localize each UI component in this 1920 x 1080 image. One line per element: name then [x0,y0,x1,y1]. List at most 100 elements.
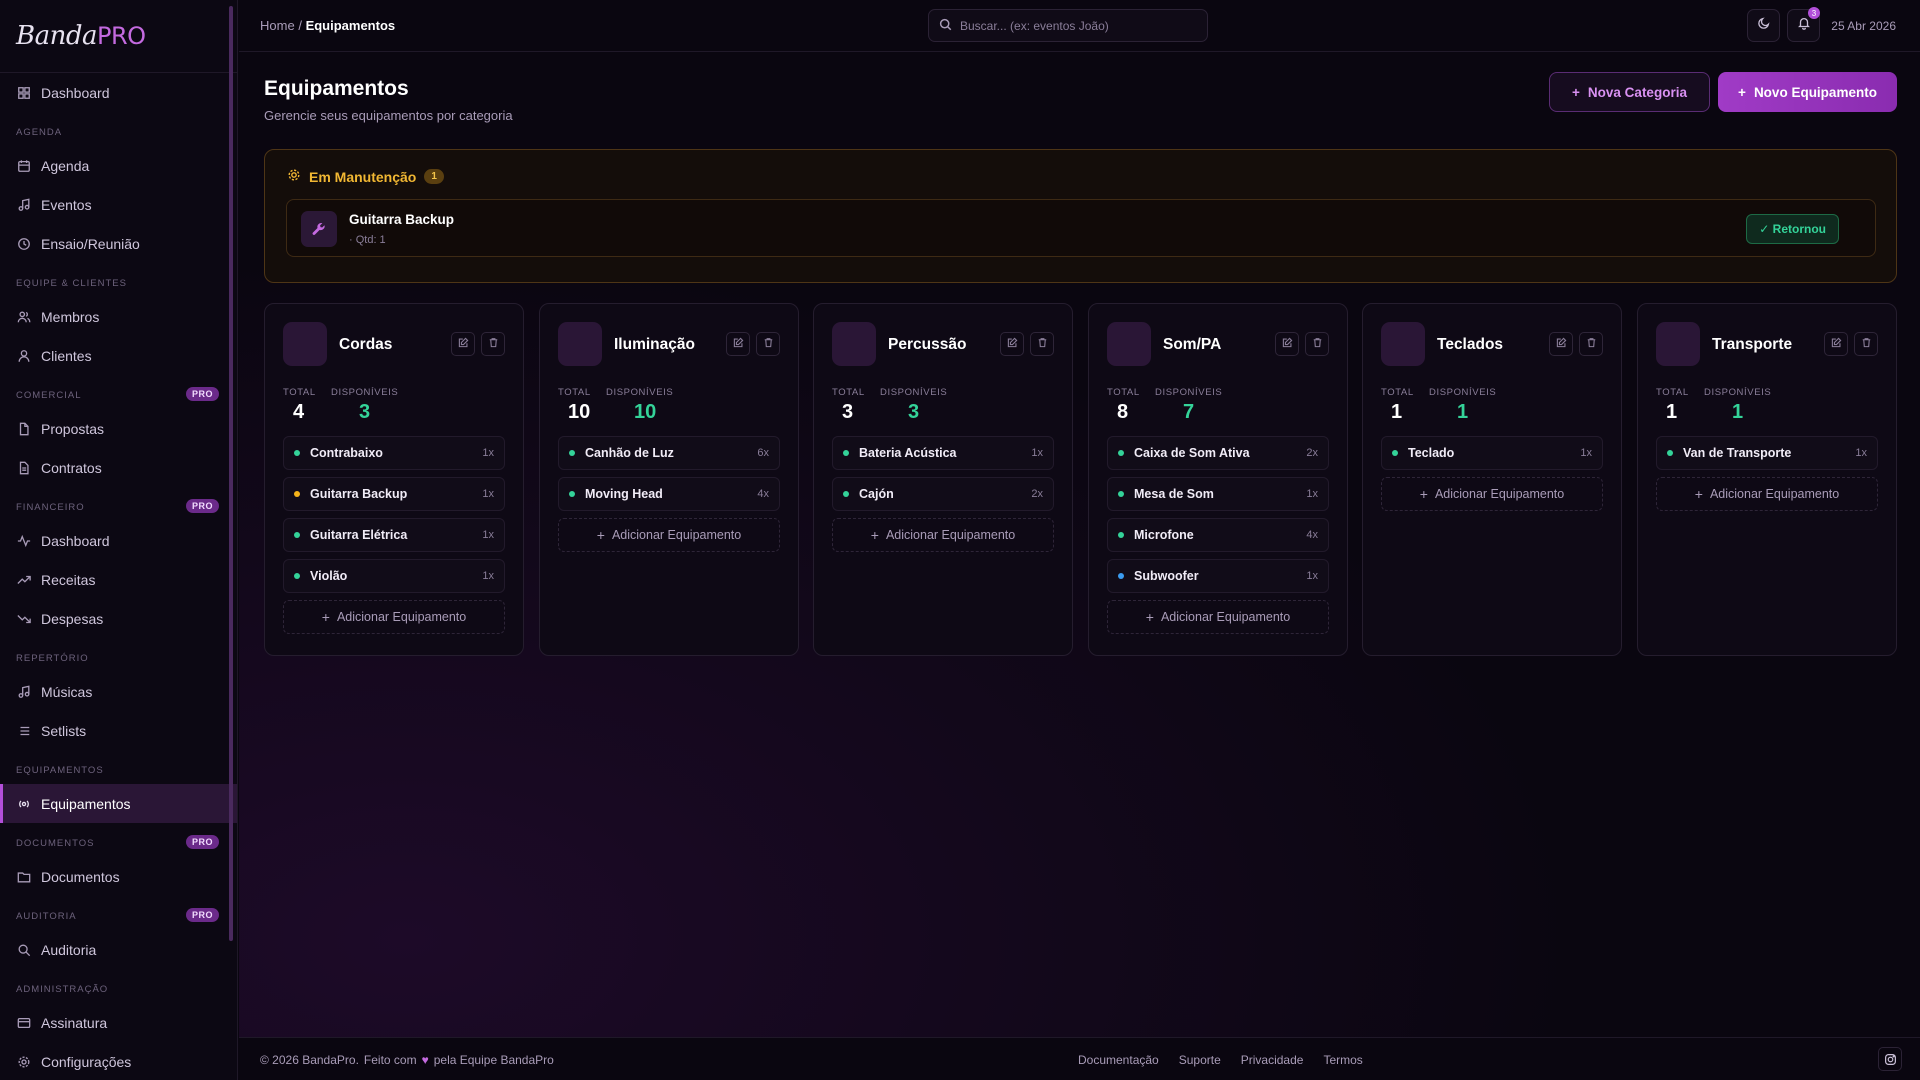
delete-category-button[interactable] [1305,332,1329,356]
edit-category-button[interactable] [1549,332,1573,356]
category-icon [1107,322,1151,366]
equipment-item[interactable]: Subwoofer 1x [1107,559,1329,593]
total-value: 3 [842,401,854,423]
edit-category-button[interactable] [1275,332,1299,356]
equipment-item[interactable]: Violão 1x [283,559,505,593]
footer-link-support[interactable]: Suporte [1179,1053,1221,1067]
status-dot [843,450,849,456]
trash-icon [1312,335,1323,353]
sidebar-item-despesas[interactable]: Despesas [0,599,237,638]
current-date: 25 Abr 2026 [1831,19,1896,33]
delete-category-button[interactable] [1030,332,1054,356]
add-equipment-button[interactable]: + Adicionar Equipamento [1656,477,1878,511]
delete-category-button[interactable] [481,332,505,356]
edit-category-button[interactable] [726,332,750,356]
user-icon [16,348,31,363]
equipment-list: Bateria Acústica 1x Cajón 2x + Adicionar Equi… [832,436,1054,552]
trash-icon [1861,335,1872,353]
sidebar-scrollbar[interactable] [229,6,233,941]
equipment-item[interactable]: Teclado 1x [1381,436,1603,470]
add-equipment-button[interactable]: + Adicionar Equipamento [1107,600,1329,634]
new-equipment-button[interactable]: + Novo Equipamento [1718,72,1897,112]
add-equipment-label: Adicionar Equipamento [1434,487,1565,501]
sidebar-item-assinatura[interactable]: Assinatura [0,1003,237,1042]
trend-down-icon [16,611,31,626]
sidebar-item-receitas[interactable]: Receitas [0,560,237,599]
footer-link-privacy[interactable]: Privacidade [1241,1053,1304,1067]
new-category-button[interactable]: + Nova Categoria [1549,72,1710,112]
sidebar-item-clientes[interactable]: Clientes [0,336,237,375]
footer-link-docs[interactable]: Documentação [1078,1053,1159,1067]
sidebar-item-membros[interactable]: Membros [0,297,237,336]
music-note-icon [16,197,31,212]
sidebar-item-documentos[interactable]: Documentos [0,857,237,896]
available-label: DISPONÍVEIS [1429,387,1497,398]
equipment-item[interactable]: Contrabaixo 1x [283,436,505,470]
sidebar-item-ensaio-reuniao[interactable]: Ensaio/Reunião [0,224,237,263]
status-dot [1118,532,1124,538]
edit-category-button[interactable] [1824,332,1848,356]
add-equipment-button[interactable]: + Adicionar Equipamento [283,600,505,634]
category-card: Cordas TOTAL DISPONÍVEIS 4 3 Contrabaixo 1x Gui… [264,303,524,656]
footer-link-terms[interactable]: Termos [1323,1053,1362,1067]
team-text: pela Equipe BandaPro [433,1053,554,1067]
sidebar-item-contratos[interactable]: Contratos [0,448,237,487]
sidebar-item-label: Receitas [41,571,96,588]
available-value: 3 [908,401,920,423]
equipment-item[interactable]: Canhão de Luz 6x [558,436,780,470]
equipment-qty: 6x [757,447,769,459]
add-equipment-button[interactable]: + Adicionar Equipamento [558,518,780,552]
new-equipment-label: Novo Equipamento [1753,84,1877,100]
sidebar-item-eventos[interactable]: Eventos [0,185,237,224]
sidebar-item-label: Músicas [41,683,93,700]
sidebar-item-propostas[interactable]: Propostas [0,409,237,448]
equipment-item[interactable]: Bateria Acústica 1x [832,436,1054,470]
returned-button[interactable]: ✓ Retornou [1746,214,1839,244]
delete-category-button[interactable] [1579,332,1603,356]
delete-category-button[interactable] [1854,332,1878,356]
equipment-name: Moving Head [585,487,663,501]
maintenance-panel: Em Manutenção 1 Guitarra Backup · Qtd: 1… [264,149,1897,283]
sidebar-item-configuracoes[interactable]: Configurações [0,1042,237,1080]
equipment-qty: 2x [1306,447,1318,459]
sidebar-item-agenda[interactable]: Agenda [0,146,237,185]
delete-category-button[interactable] [756,332,780,356]
theme-toggle-button[interactable] [1747,9,1780,42]
sidebar-section-header: EQUIPE & CLIENTES [0,263,237,297]
breadcrumb-separator: / [298,18,302,33]
notifications-button[interactable]: 3 [1787,7,1820,42]
equipment-item[interactable]: Moving Head 4x [558,477,780,511]
edit-category-button[interactable] [451,332,475,356]
equipment-item[interactable]: Guitarra Backup 1x [283,477,505,511]
equipment-item[interactable]: Caixa de Som Ativa 2x [1107,436,1329,470]
edit-category-button[interactable] [1000,332,1024,356]
logo[interactable]: BandaPRO [0,0,237,73]
sidebar-item-dashboard[interactable]: Dashboard [0,73,237,112]
sidebar-item-setlists[interactable]: Setlists [0,711,237,750]
equipment-qty: 1x [482,570,494,582]
equipment-item[interactable]: Guitarra Elétrica 1x [283,518,505,552]
add-equipment-button[interactable]: + Adicionar Equipamento [832,518,1054,552]
equipment-qty: 1x [482,488,494,500]
instagram-icon[interactable] [1878,1047,1902,1071]
wrench-icon [301,211,337,247]
pro-badge: PRO [185,387,219,401]
sidebar-item-musicas[interactable]: Músicas [0,672,237,711]
equipment-item[interactable]: Van de Transporte 1x [1656,436,1878,470]
search-input[interactable]: Buscar... (ex: eventos João) [928,9,1208,42]
sidebar-item-label: Documentos [41,868,120,885]
available-value: 1 [1732,401,1744,423]
equipment-qty: 1x [482,529,494,541]
equipment-item[interactable]: Cajón 2x [832,477,1054,511]
logo-text: Banda [16,21,98,51]
breadcrumb-home[interactable]: Home [260,18,295,33]
clock-icon [16,236,31,251]
sidebar-item-dashboard-financeiro[interactable]: Dashboard [0,521,237,560]
sidebar-item-equipamentos[interactable]: Equipamentos [0,784,237,823]
sidebar-item-label: Ensaio/Reunião [41,235,140,252]
equipment-item[interactable]: Mesa de Som 1x [1107,477,1329,511]
sidebar-item-auditoria[interactable]: Auditoria [0,930,237,969]
equipment-item[interactable]: Microfone 4x [1107,518,1329,552]
add-equipment-button[interactable]: + Adicionar Equipamento [1381,477,1603,511]
category-card: Transporte TOTAL DISPONÍVEIS 1 1 Van de Trans… [1637,303,1897,656]
